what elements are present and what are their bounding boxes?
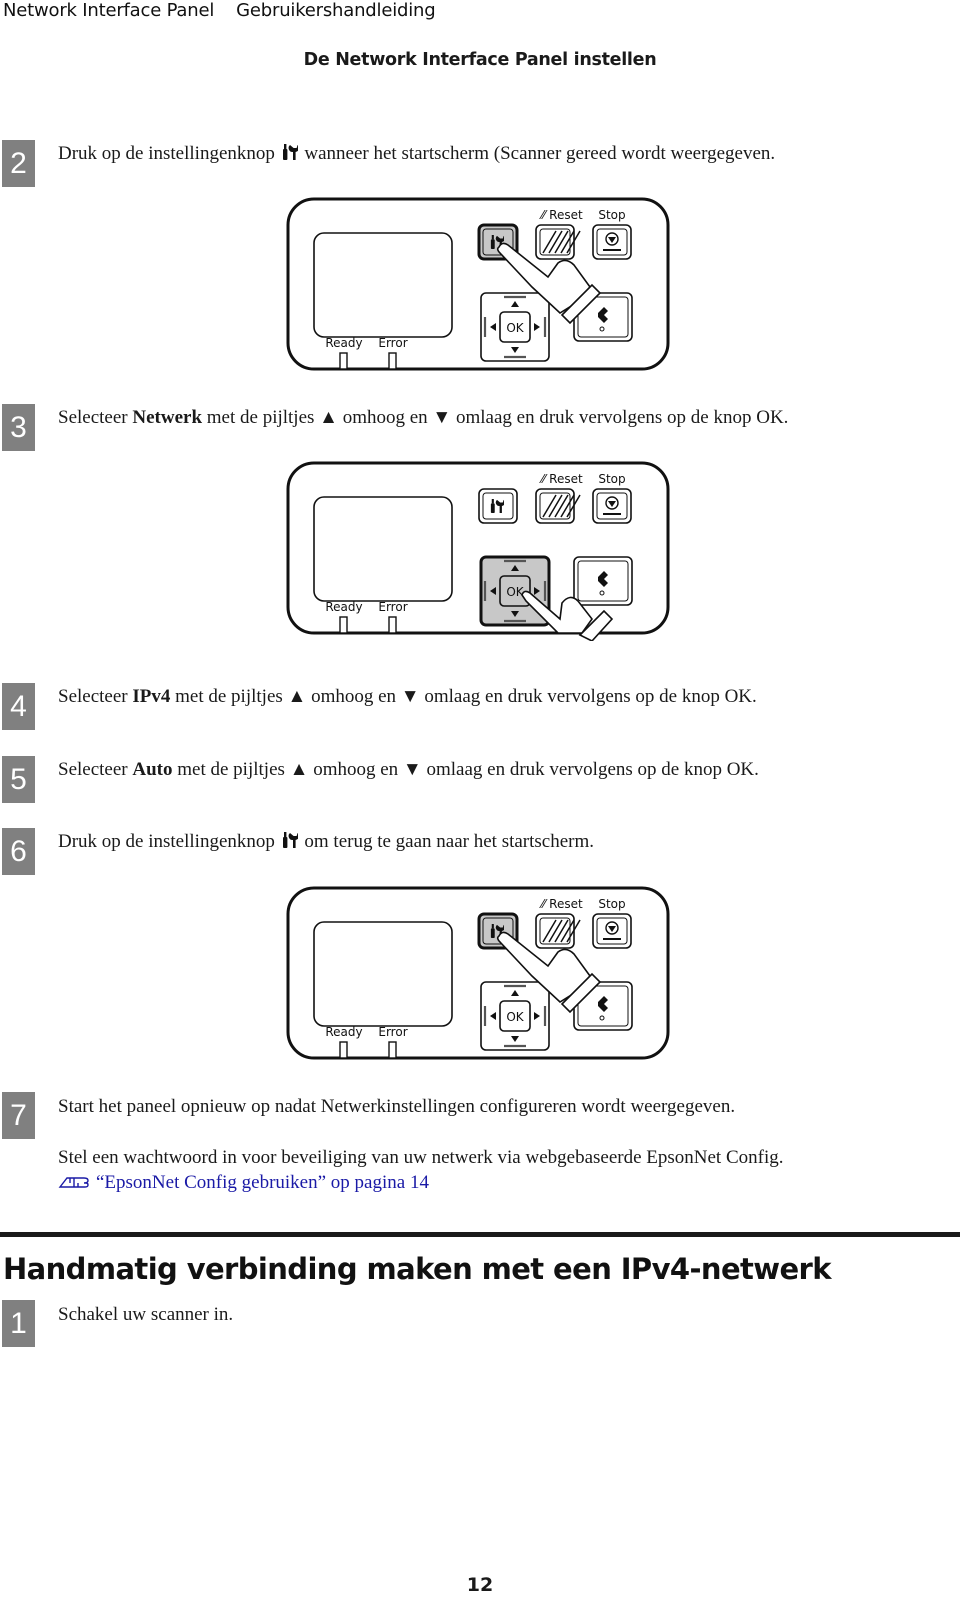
step-number-badge: 1	[2, 1300, 35, 1347]
section-title: De Network Interface Panel instellen	[303, 50, 657, 70]
ready-label: Ready	[325, 336, 362, 350]
reset-label: ⁄⁄ Reset	[538, 208, 583, 222]
pointing-hand-icon	[58, 1177, 89, 1188]
step-option-name: Netwerk	[132, 407, 203, 428]
step-text-part: wanneer het startscherm (Scanner gereed …	[304, 143, 776, 164]
step-text-part: Druk op de instellingenknop	[58, 831, 275, 852]
ok-label: OK	[506, 585, 524, 599]
ready-led	[339, 352, 348, 370]
step-number-badge: 4	[2, 683, 35, 730]
step-text-part: Selecteer	[58, 759, 133, 780]
step-3-text: Selecteer Netwerk met de pijltjes ▲ omho…	[58, 407, 788, 429]
step-text-part: met de pijltjes ▲ omhoog en ▼ omlaag en …	[202, 407, 789, 428]
header-product: Network Interface Panel	[3, 0, 215, 21]
settings-button	[478, 488, 518, 524]
step-text-part: Selecteer	[58, 686, 133, 707]
cross-reference-link[interactable]: “EpsonNet Config gebruiken” op pagina 14	[58, 1172, 429, 1194]
error-label: Error	[378, 1025, 407, 1039]
control-panel-diagram-settings: Ready Error ⁄⁄ Reset Stop OK	[286, 197, 670, 371]
step-7-text: Start het paneel opnieuw op nadat Netwer…	[58, 1096, 736, 1117]
ready-led	[339, 1041, 348, 1059]
control-panel-diagram-settings-return: Ready Error ⁄⁄ Reset Stop OK	[286, 886, 670, 1060]
step-option-name: Auto	[132, 759, 173, 780]
reset-label: ⁄⁄ Reset	[538, 472, 583, 486]
ok-label: OK	[506, 1010, 524, 1024]
step-6-text: Druk op de instellingenknop om terug te …	[58, 831, 594, 853]
reset-label: ⁄⁄ Reset	[538, 897, 583, 911]
ready-led	[339, 616, 348, 634]
ready-label: Ready	[325, 600, 362, 614]
section2-step-1-text: Schakel uw scanner in.	[58, 1304, 234, 1325]
error-led	[388, 352, 397, 370]
section-divider	[0, 1232, 960, 1237]
lcd-screen	[313, 232, 453, 338]
step-7-note: Stel een wachtwoord in voor beveiliging …	[58, 1147, 784, 1168]
page-number: 12	[466, 1574, 494, 1596]
ok-label: OK	[506, 321, 524, 335]
step-number-badge: 6	[2, 828, 35, 875]
step-text-part: met de pijltjes ▲ omhoog en ▼ omlaag en …	[170, 686, 757, 707]
step-4-text: Selecteer IPv4 met de pijltjes ▲ omhoog …	[58, 686, 757, 708]
stop-label: Stop	[598, 472, 625, 486]
running-header: Network Interface Panel Gebruikershandlei…	[3, 0, 436, 21]
settings-tool-icon	[282, 143, 298, 161]
section-heading: Handmatig verbinding maken met een IPv4-…	[3, 1252, 832, 1286]
step-5-text: Selecteer Auto met de pijltjes ▲ omhoog …	[58, 759, 759, 781]
step-number-badge: 3	[2, 404, 35, 451]
step-text-part: om terug te gaan naar het startscherm.	[304, 831, 595, 852]
step-text-part: Selecteer	[58, 407, 133, 428]
step-number-badge: 5	[2, 756, 35, 803]
error-label: Error	[378, 336, 407, 350]
step-number-badge: 2	[2, 140, 35, 187]
settings-tool-icon	[282, 831, 298, 849]
step-option-name: IPv4	[132, 686, 171, 707]
stop-label: Stop	[598, 897, 625, 911]
error-led	[388, 1041, 397, 1059]
link-text[interactable]: “EpsonNet Config gebruiken” op pagina 14	[96, 1172, 429, 1193]
step-2-text: Druk op de instellingenknop wanneer het …	[58, 143, 775, 165]
control-panel-diagram-ok: Ready Error ⁄⁄ Reset Stop OK	[286, 461, 670, 641]
error-led	[388, 616, 397, 634]
step-text-part: met de pijltjes ▲ omhoog en ▼ omlaag en …	[172, 759, 759, 780]
step-text-part: Druk op de instellingenknop	[58, 143, 275, 164]
error-label: Error	[378, 600, 407, 614]
lcd-screen	[313, 496, 453, 602]
stop-label: Stop	[598, 208, 625, 222]
ready-label: Ready	[325, 1025, 362, 1039]
step-number-badge: 7	[2, 1092, 35, 1139]
header-doc-type: Gebruikershandleiding	[236, 0, 436, 21]
lcd-screen	[313, 921, 453, 1027]
